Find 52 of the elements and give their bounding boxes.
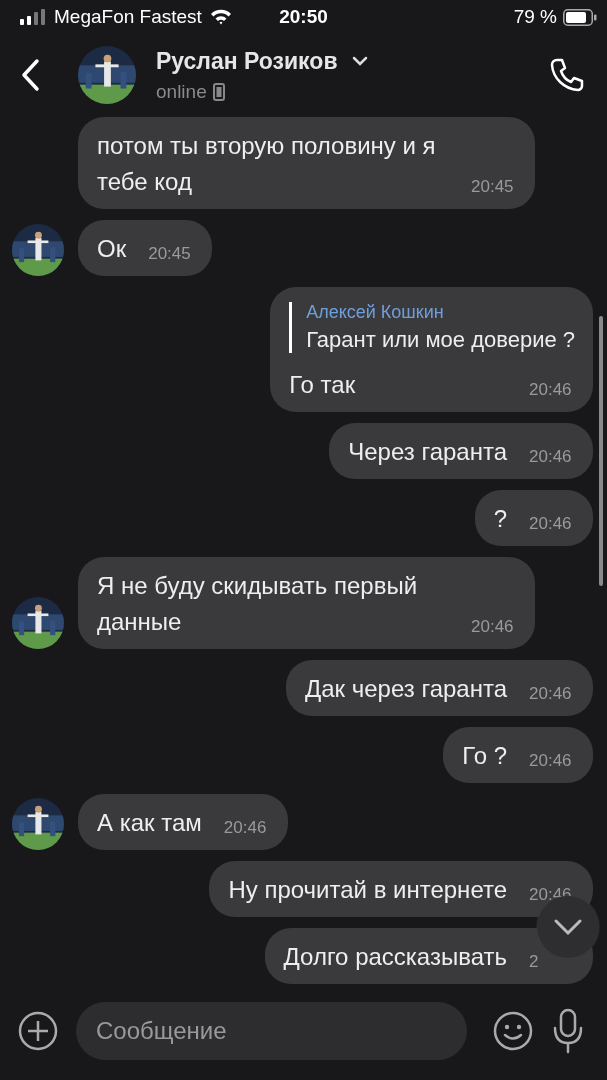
message-time: 20:46 bbox=[528, 446, 573, 468]
clock-time: 20:50 bbox=[279, 6, 328, 28]
message-text: А как там bbox=[97, 808, 202, 838]
message-bubble[interactable]: Го ? 20:46 bbox=[443, 727, 593, 783]
message-time: 2 bbox=[528, 951, 540, 973]
message-text: потом ты вторую половину и я тебе код bbox=[97, 131, 437, 197]
message-text: Дак через гаранта bbox=[304, 674, 507, 704]
message-bubble[interactable]: Я не буду скидывать первый данные 20:46 bbox=[78, 557, 535, 649]
quoted-reply[interactable]: Алексей Кошкин Гарант или мое доверие ? bbox=[289, 302, 575, 353]
quoted-text: Гарант или мое доверие ? bbox=[306, 327, 575, 353]
message-time: 20:46 bbox=[528, 379, 573, 401]
message-text: ? bbox=[493, 504, 507, 534]
online-status: online bbox=[156, 80, 207, 103]
message-time: 20:46 bbox=[528, 683, 573, 705]
message-bubble[interactable]: Дак через гаранта 20:46 bbox=[285, 660, 593, 716]
message-text: Ну прочитай в интернете bbox=[228, 875, 507, 905]
scrollbar[interactable] bbox=[599, 316, 603, 586]
back-icon[interactable] bbox=[20, 58, 40, 92]
message-input[interactable]: Сообщение bbox=[76, 1002, 467, 1060]
message-text: Го ? bbox=[462, 741, 507, 771]
contact-name[interactable]: Руслан Розиков bbox=[156, 47, 338, 75]
message-time: 20:46 bbox=[528, 513, 573, 535]
battery-percent: 79 % bbox=[513, 6, 557, 28]
chevron-down-icon bbox=[553, 918, 583, 936]
message-time: 20:46 bbox=[528, 750, 573, 772]
wifi-icon bbox=[209, 9, 232, 25]
message-bubble[interactable]: ? 20:46 bbox=[474, 490, 593, 546]
message-time: 20:45 bbox=[470, 176, 515, 198]
message-bubble[interactable]: А как там 20:46 bbox=[78, 794, 288, 850]
chevron-down-icon[interactable] bbox=[351, 56, 368, 66]
quoted-author: Алексей Кошкин bbox=[306, 302, 445, 323]
message-text: Я не буду скидывать первый данные bbox=[97, 571, 419, 637]
phone-device-icon bbox=[212, 82, 225, 101]
signal-icon bbox=[20, 9, 46, 25]
microphone-icon[interactable] bbox=[551, 1008, 585, 1054]
message-bubble[interactable]: Ок 20:45 bbox=[78, 220, 213, 276]
message-text: Через гаранта bbox=[348, 437, 507, 467]
message-text: Ок bbox=[97, 234, 127, 264]
message-text: Го так bbox=[289, 370, 356, 400]
message-time: 20:46 bbox=[222, 817, 268, 839]
message-bubble[interactable]: Алексей Кошкин Гарант или мое доверие ? Го так 20:46 bbox=[270, 287, 593, 412]
add-icon[interactable] bbox=[18, 1011, 58, 1051]
message-bubble[interactable]: потом ты вторую половину и я тебе код 20:45 bbox=[78, 117, 535, 209]
message-time: 20:45 bbox=[147, 243, 192, 265]
message-bubble[interactable]: Через гаранта 20:46 bbox=[329, 423, 593, 479]
message-bubble[interactable]: Долго рассказывать 2 bbox=[264, 928, 593, 984]
carrier-name: MegaFon Fastest bbox=[54, 6, 202, 28]
battery-icon bbox=[563, 8, 597, 26]
message-text: Долго рассказывать bbox=[283, 942, 507, 972]
emoji-icon[interactable] bbox=[493, 1011, 533, 1051]
phone-icon[interactable] bbox=[549, 57, 585, 93]
message-time: 20:46 bbox=[470, 616, 515, 638]
